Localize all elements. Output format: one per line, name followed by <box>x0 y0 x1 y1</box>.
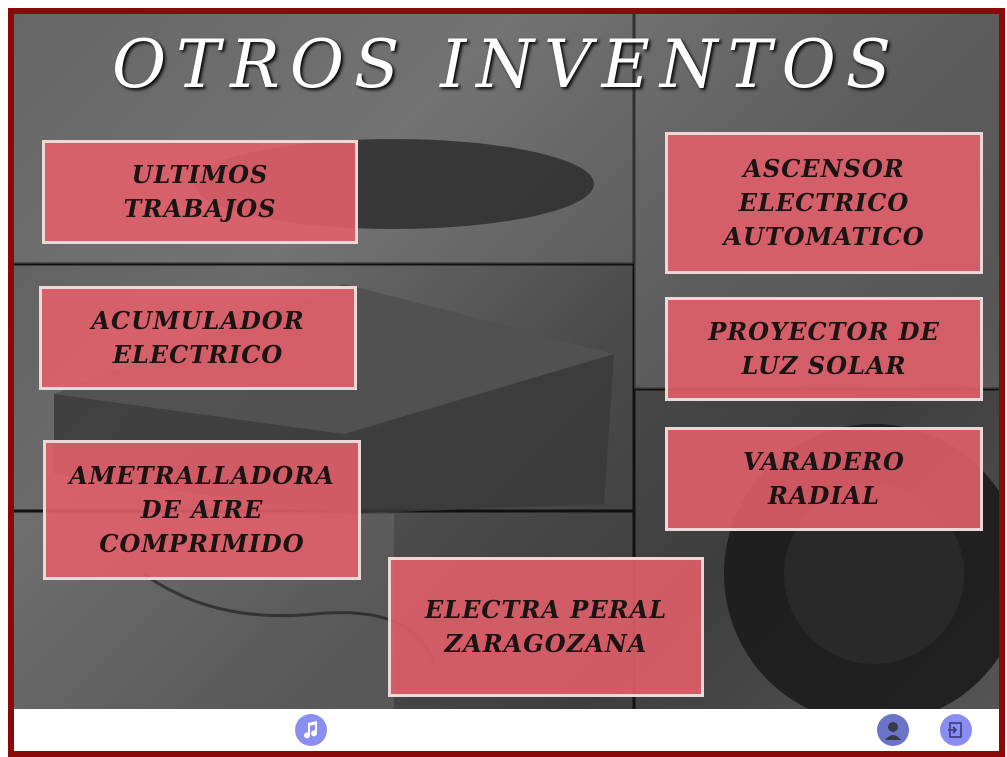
acumulador-electrico-label: ACUMULADOR ELECTRICO <box>91 306 305 369</box>
varadero-radial-label: VARADERO RADIAL <box>743 447 905 510</box>
ascensor-electrico-label: ASCENSOR ELECTRICO AUTOMATICO <box>723 154 925 251</box>
app-frame: OTROS INVENTOS ULTIMOS TRABAJOS ACUMULAD… <box>8 8 1005 757</box>
electra-peral-button[interactable]: ELECTRA PERAL ZARAGOZANA <box>388 557 704 697</box>
electra-peral-label: ELECTRA PERAL ZARAGOZANA <box>424 595 668 658</box>
acumulador-electrico-button[interactable]: ACUMULADOR ELECTRICO <box>39 286 357 390</box>
portrait-icon[interactable] <box>877 714 909 746</box>
music-note-icon[interactable] <box>295 714 327 746</box>
varadero-radial-button[interactable]: VARADERO RADIAL <box>665 427 983 531</box>
ascensor-electrico-button[interactable]: ASCENSOR ELECTRICO AUTOMATICO <box>665 132 983 274</box>
bottom-toolbar <box>14 709 999 751</box>
ametralladora-label: AMETRALLADORA DE AIRE COMPRIMIDO <box>69 461 335 558</box>
proyector-luz-solar-label: PROYECTOR DE LUZ SOLAR <box>708 317 940 380</box>
exit-icon[interactable] <box>940 714 972 746</box>
ametralladora-button[interactable]: AMETRALLADORA DE AIRE COMPRIMIDO <box>43 440 361 580</box>
proyector-luz-solar-button[interactable]: PROYECTOR DE LUZ SOLAR <box>665 297 983 401</box>
ultimos-trabajos-button[interactable]: ULTIMOS TRABAJOS <box>42 140 358 244</box>
page-title: OTROS INVENTOS <box>112 26 901 103</box>
ultimos-trabajos-label: ULTIMOS TRABAJOS <box>123 160 277 223</box>
